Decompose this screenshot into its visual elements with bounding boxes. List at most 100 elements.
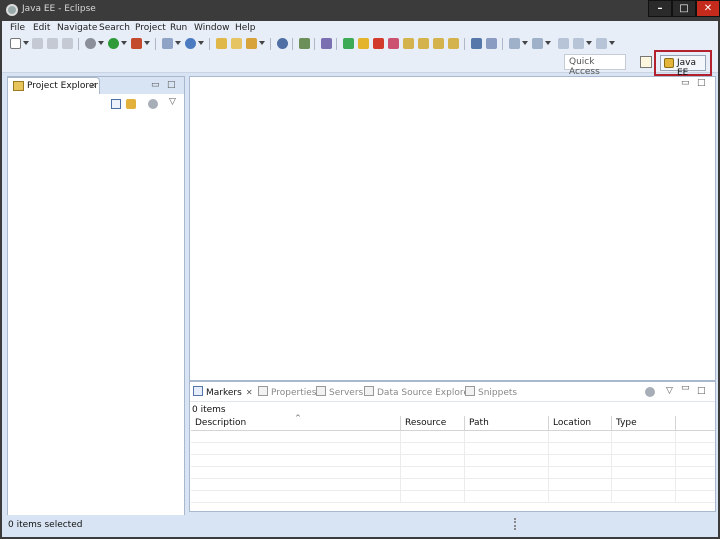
step-into-icon[interactable] [403,38,414,49]
quick-access-input[interactable]: Quick Access [564,54,626,77]
workbench: File Edit Navigate Search Project Run Wi… [2,21,718,537]
run-dropdown-icon[interactable] [121,41,127,45]
globe-icon[interactable] [277,38,288,49]
debug-settings-icon[interactable] [85,38,96,49]
status-bar: 0 items selected [2,515,718,535]
menu-edit[interactable]: Edit [33,23,50,33]
save-all-icon[interactable] [47,38,58,49]
tab-servers[interactable]: Servers [316,386,363,398]
menu-search[interactable]: Search [99,23,130,33]
step-over-icon[interactable] [418,38,429,49]
maximize-icon[interactable]: □ [167,80,176,90]
toolbar-separator [78,38,79,50]
new-web-service-icon[interactable] [185,38,196,49]
column-description[interactable]: Description ^ [191,414,401,431]
external-tools-icon[interactable] [131,38,142,49]
previous-annotation-dropdown-icon[interactable] [545,41,551,45]
open-perspective-icon[interactable] [640,56,652,68]
close-icon[interactable]: ✕ [90,81,97,90]
view-menu-icon[interactable]: ▽ [666,386,673,396]
collapse-all-icon[interactable] [111,99,121,109]
resume-icon[interactable] [343,38,354,49]
menu-help[interactable]: Help [235,23,256,33]
new-icon[interactable] [10,38,21,49]
tab-project-explorer[interactable]: Project Explorer ✕ [8,77,100,94]
java-ee-perspective-button[interactable]: Java EE [660,55,706,78]
title-bar[interactable]: Java EE - Eclipse – □ ✕ [0,0,720,21]
tab-servers-label: Servers [329,388,364,398]
project-explorer-tab-bar: Project Explorer ✕ ▭ □ [8,77,184,94]
new-dropdown-icon[interactable] [23,41,29,45]
open-type-icon[interactable] [216,38,227,49]
minimize-icon[interactable]: ▭ [151,80,160,90]
menu-run[interactable]: Run [170,23,187,33]
search-icon[interactable] [246,38,257,49]
terminate-icon[interactable] [373,38,384,49]
tab-markers[interactable]: Markers ✕ [193,386,253,398]
maximize-icon[interactable]: □ [697,78,706,88]
minimize-icon[interactable]: ▭ [681,78,690,88]
column-resource[interactable]: Resource [401,416,465,431]
drop-to-frame-icon[interactable] [448,38,459,49]
close-icon[interactable]: ✕ [246,388,253,397]
toolbar-separator [314,38,315,50]
toolbar-separator [155,38,156,50]
next-annotation-dropdown-icon[interactable] [522,41,528,45]
maximize-button[interactable]: □ [672,0,696,17]
focus-icon[interactable] [645,387,655,397]
search-dropdown-icon[interactable] [259,41,265,45]
previous-annotation-icon[interactable] [532,38,543,49]
step-return-icon[interactable] [433,38,444,49]
back-icon[interactable] [573,38,584,49]
eclipse-logo-icon [6,4,18,16]
forward-dropdown-icon[interactable] [609,41,615,45]
new-server-dropdown-icon[interactable] [175,41,181,45]
column-type[interactable]: Type [612,416,676,431]
minimize-button[interactable]: – [648,0,672,17]
forward-icon[interactable] [596,38,607,49]
column-path[interactable]: Path [465,416,549,431]
project-explorer-panel: Project Explorer ✕ ▭ □ ▽ [7,76,185,532]
print-icon[interactable] [62,38,73,49]
tab-snippets[interactable]: Snippets [465,386,517,398]
run-icon[interactable] [108,38,119,49]
annotation-icon[interactable] [486,38,497,49]
sort-ascending-icon: ^ [295,414,301,422]
table-row [191,431,715,443]
status-bar-grip[interactable] [514,518,516,530]
close-button[interactable]: ✕ [696,0,720,17]
menu-project[interactable]: Project [135,23,166,33]
link-with-editor-icon[interactable] [126,99,136,109]
web-service-dropdown-icon[interactable] [198,41,204,45]
focus-icon[interactable] [148,99,158,109]
view-menu-icon[interactable]: ▽ [169,97,176,107]
maximize-icon[interactable]: □ [697,386,706,396]
minimize-icon[interactable]: ▭ [681,383,690,393]
tab-properties[interactable]: Properties [258,386,316,398]
tab-data-source-explorer[interactable]: Data Source Explorer [364,386,473,398]
web-browser-icon[interactable] [299,38,310,49]
save-icon[interactable] [32,38,43,49]
column-location[interactable]: Location [549,416,612,431]
suspend-icon[interactable] [358,38,369,49]
perspective-bar: Quick Access Java EE [2,50,718,78]
open-task-icon[interactable] [231,38,242,49]
window-title: Java EE - Eclipse [22,4,96,14]
external-tools-dropdown-icon[interactable] [144,41,150,45]
last-edit-icon[interactable] [558,38,569,49]
back-dropdown-icon[interactable] [586,41,592,45]
column-description-label: Description [195,418,247,428]
toggle-mark-icon[interactable] [321,38,332,49]
editor-area[interactable]: ▭ □ [189,76,716,381]
menu-file[interactable]: File [10,23,25,33]
debug-settings-dropdown-icon[interactable] [98,41,104,45]
menu-navigate[interactable]: Navigate [57,23,97,33]
java-ee-icon [664,58,674,68]
disconnect-icon[interactable] [388,38,399,49]
database-icon [364,386,374,396]
next-annotation-icon[interactable] [509,38,520,49]
menu-window[interactable]: Window [194,23,230,33]
show-console-icon[interactable] [471,38,482,49]
new-server-icon[interactable] [162,38,173,49]
table-row [191,455,715,467]
